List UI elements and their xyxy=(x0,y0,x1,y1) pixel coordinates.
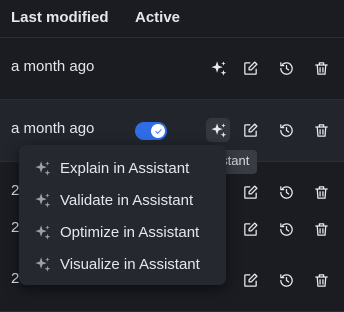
trash-icon[interactable] xyxy=(309,268,333,292)
menu-item-visualize[interactable]: Visualize in Assistant xyxy=(19,248,226,280)
column-header-last-modified[interactable]: Last modified xyxy=(11,9,109,26)
edit-icon[interactable] xyxy=(238,56,262,80)
sparkle-icon xyxy=(34,224,51,241)
edit-icon[interactable] xyxy=(238,118,262,142)
table-header: Last modified Active xyxy=(0,0,344,38)
active-toggle[interactable] xyxy=(135,122,167,140)
trash-icon[interactable] xyxy=(309,217,333,241)
trash-icon[interactable] xyxy=(309,118,333,142)
history-icon[interactable] xyxy=(274,217,298,241)
tooltip-text: Ask Assistant xyxy=(222,153,250,168)
menu-item-label: Optimize in Assistant xyxy=(60,223,200,241)
sparkle-icon xyxy=(34,192,51,209)
assistant-menu: Explain in Assistant Validate in Assista… xyxy=(19,145,226,285)
sparkle-icon xyxy=(34,160,51,177)
last-modified-cell: a month ago xyxy=(11,120,95,137)
menu-item-optimize[interactable]: Optimize in Assistant xyxy=(19,216,226,248)
check-icon xyxy=(151,124,165,138)
edit-icon[interactable] xyxy=(238,217,262,241)
menu-item-label: Explain in Assistant xyxy=(60,159,190,177)
sparkle-icon[interactable] xyxy=(206,118,230,142)
history-icon[interactable] xyxy=(274,268,298,292)
sparkle-icon xyxy=(34,256,51,273)
history-icon[interactable] xyxy=(274,118,298,142)
menu-item-validate[interactable]: Validate in Assistant xyxy=(19,184,226,216)
table-row: a month ago xyxy=(0,38,344,100)
trash-icon[interactable] xyxy=(309,56,333,80)
history-icon[interactable] xyxy=(274,56,298,80)
assistant-tooltip: Ask Assistant xyxy=(222,150,257,174)
menu-item-explain[interactable]: Explain in Assistant xyxy=(19,152,226,184)
sparkle-icon[interactable] xyxy=(206,56,230,80)
menu-item-label: Validate in Assistant xyxy=(60,191,194,209)
column-header-active[interactable]: Active xyxy=(135,9,180,26)
edit-icon[interactable] xyxy=(238,268,262,292)
menu-item-label: Visualize in Assistant xyxy=(60,255,200,273)
last-modified-cell: a month ago xyxy=(11,58,95,75)
